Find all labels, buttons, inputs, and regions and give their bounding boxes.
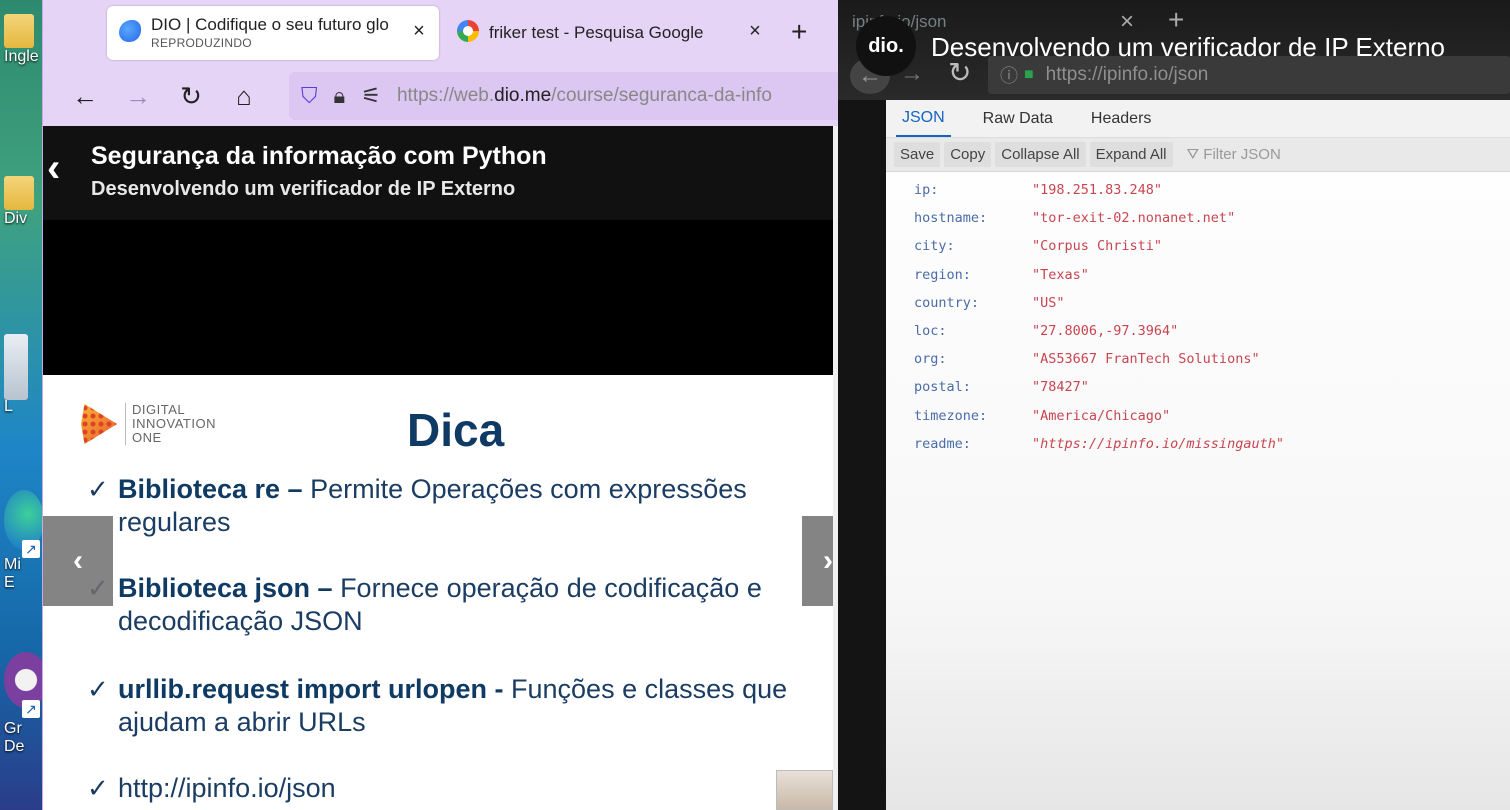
video-player[interactable]: ipinfo.io/json × + ← → ↻ ⓘ ■ https://ipi… bbox=[838, 0, 1510, 810]
filter-json-field: ⛛ Filter JSON bbox=[1186, 146, 1281, 163]
desktop-icon-label: Mi E bbox=[4, 556, 21, 591]
json-row: country: "US" bbox=[914, 294, 1065, 311]
desktop-icon-label: Gr De bbox=[4, 720, 25, 755]
desktop-edge-shortcut[interactable]: ↗ Mi E bbox=[4, 490, 44, 592]
dio-icon bbox=[119, 20, 141, 42]
permissions-icon[interactable]: ⚟ bbox=[361, 83, 381, 109]
check-icon: ✓ bbox=[87, 474, 109, 504]
new-tab-button[interactable]: + bbox=[791, 16, 807, 48]
collapse-all-button: Collapse All bbox=[995, 142, 1086, 167]
json-row: hostname: "tor-exit-02.nonanet.net" bbox=[914, 210, 1236, 227]
recycle-bin-icon bbox=[4, 334, 28, 400]
webcam-thumbnail bbox=[776, 770, 833, 810]
course-back-button[interactable]: ‹ bbox=[47, 146, 60, 191]
json-row: loc: "27.8006,-97.3964" bbox=[914, 323, 1179, 340]
json-row: postal: "78427" bbox=[914, 379, 1089, 396]
json-row: timezone: "America/Chicago" bbox=[914, 407, 1171, 424]
course-header: ‹ Segurança da informação com Python Des… bbox=[43, 126, 833, 220]
json-toolbar: Save Copy Collapse All Expand All ⛛ Filt… bbox=[886, 138, 1510, 172]
shield-icon[interactable]: ⛉ bbox=[301, 83, 318, 109]
slide-title: Dica bbox=[407, 404, 505, 456]
desktop-recycle-bin[interactable]: L bbox=[4, 334, 44, 416]
folder-icon bbox=[4, 176, 34, 210]
close-icon[interactable]: × bbox=[409, 20, 429, 43]
expand-all-button: Expand All bbox=[1089, 142, 1173, 167]
tab-google[interactable]: friker test - Pesquisa Google × bbox=[445, 6, 775, 60]
check-icon: ✓ bbox=[87, 674, 109, 704]
tab-playing-label: REPRODUZINDO bbox=[151, 36, 252, 50]
slide-bullet: ✓ http://ipinfo.io/json bbox=[87, 773, 336, 803]
address-bar[interactable]: ⛉ 🔒︎ ⚟ https://web.dio.me/course/seguran… bbox=[289, 72, 849, 120]
dio-logo: DIGITAL INNOVATION ONE bbox=[81, 403, 216, 445]
slide-bullet: ✓ Biblioteca re – Permite Operações com … bbox=[87, 474, 747, 537]
channel-avatar[interactable]: dio. bbox=[856, 16, 916, 76]
forward-button[interactable]: → bbox=[116, 74, 160, 118]
inner-url-text: https://ipinfo.io/json bbox=[1045, 64, 1209, 85]
json-row: region: "Texas" bbox=[914, 266, 1089, 283]
slide-bullet: ✓ Biblioteca json – Fornece operação de … bbox=[87, 572, 827, 638]
shortcut-arrow-icon: ↗ bbox=[22, 540, 40, 558]
info-icon: ⓘ bbox=[1000, 66, 1018, 86]
logo-line: DIGITAL bbox=[132, 402, 186, 417]
desktop-folder-div[interactable]: Div bbox=[4, 176, 44, 228]
tab-title: DIO | Codifique o seu futuro glo bbox=[151, 15, 389, 34]
json-viewer: JSON Raw Data Headers Save Copy Collapse… bbox=[886, 100, 1510, 810]
video-top-overlay: ipinfo.io/json × + ← → ↻ ⓘ ■ https://ipi… bbox=[838, 0, 1510, 100]
tab-title: friker test - Pesquisa Google bbox=[489, 23, 704, 42]
google-icon bbox=[457, 20, 479, 42]
folder-icon bbox=[4, 14, 34, 48]
json-row: ip: "198.251.83.248" bbox=[914, 182, 1163, 199]
reload-button[interactable]: ↻ bbox=[169, 74, 213, 118]
copy-button: Copy bbox=[944, 142, 992, 167]
json-row: city: "Corpus Christi" bbox=[914, 238, 1163, 255]
json-row: readme: "https://ipinfo.io/missingauth" bbox=[914, 435, 1284, 452]
logo-line: INNOVATION bbox=[132, 416, 216, 431]
lesson-title: Desenvolvendo um verificador de IP Exter… bbox=[91, 178, 516, 200]
tab-headers: Headers bbox=[1090, 109, 1152, 127]
tab-dio[interactable]: DIO | Codifique o seu futuro glo REPRODU… bbox=[107, 6, 439, 60]
slide-prev-button[interactable]: ‹ bbox=[43, 516, 113, 606]
slide-bullet: ✓ urllib.request import urlopen - Funçõe… bbox=[87, 674, 788, 737]
json-rows: ip: "198.251.83.248" hostname: "tor-exit-0… bbox=[886, 172, 1510, 458]
video-title[interactable]: Desenvolvendo um verificador de IP Exter… bbox=[931, 32, 1445, 63]
home-button[interactable]: ⌂ bbox=[222, 74, 266, 118]
browser-window: DIO | Codifique o seu futuro glo REPRODU… bbox=[42, 0, 849, 810]
filter-icon: ⛛ bbox=[1186, 146, 1204, 163]
desktop-background: Ingle Div L ↗ Mi E ↗ Gr De bbox=[0, 0, 44, 810]
desktop-icon-label: Div bbox=[4, 210, 28, 227]
logo-line: ONE bbox=[132, 430, 162, 445]
tab-bar: DIO | Codifique o seu futuro glo REPRODU… bbox=[43, 0, 838, 66]
back-button[interactable]: ← bbox=[63, 74, 107, 118]
slide-next-button[interactable]: › bbox=[802, 516, 833, 606]
save-button: Save bbox=[894, 142, 941, 167]
json-row: org: "AS53667 FranTech Solutions" bbox=[914, 351, 1260, 368]
course-title: Segurança da informação com Python bbox=[91, 142, 547, 170]
lock-icon[interactable]: 🔒︎ bbox=[334, 83, 346, 109]
tab-raw-data: Raw Data bbox=[982, 109, 1053, 127]
desktop-icon-label: L bbox=[4, 398, 13, 415]
shortcut-arrow-icon: ↗ bbox=[22, 700, 40, 718]
video-area[interactable] bbox=[43, 220, 833, 375]
json-viewer-tabs: JSON Raw Data Headers bbox=[886, 100, 1510, 138]
tab-json: JSON bbox=[896, 101, 951, 137]
check-icon: ✓ bbox=[87, 773, 109, 803]
desktop-app-shortcut[interactable]: ↗ Gr De bbox=[4, 652, 44, 756]
desktop-folder-ingle[interactable]: Ingle bbox=[4, 14, 44, 66]
dio-logo-mark bbox=[81, 404, 117, 444]
close-icon[interactable]: × bbox=[745, 20, 765, 43]
desktop-icon-label: Ingle bbox=[4, 48, 39, 65]
slide: DIGITAL INNOVATION ONE Dica ✓ Biblioteca… bbox=[43, 375, 833, 810]
lock-icon: ■ bbox=[1024, 66, 1034, 83]
url-text[interactable]: https://web.dio.me/course/seguranca-da-i… bbox=[397, 85, 772, 107]
